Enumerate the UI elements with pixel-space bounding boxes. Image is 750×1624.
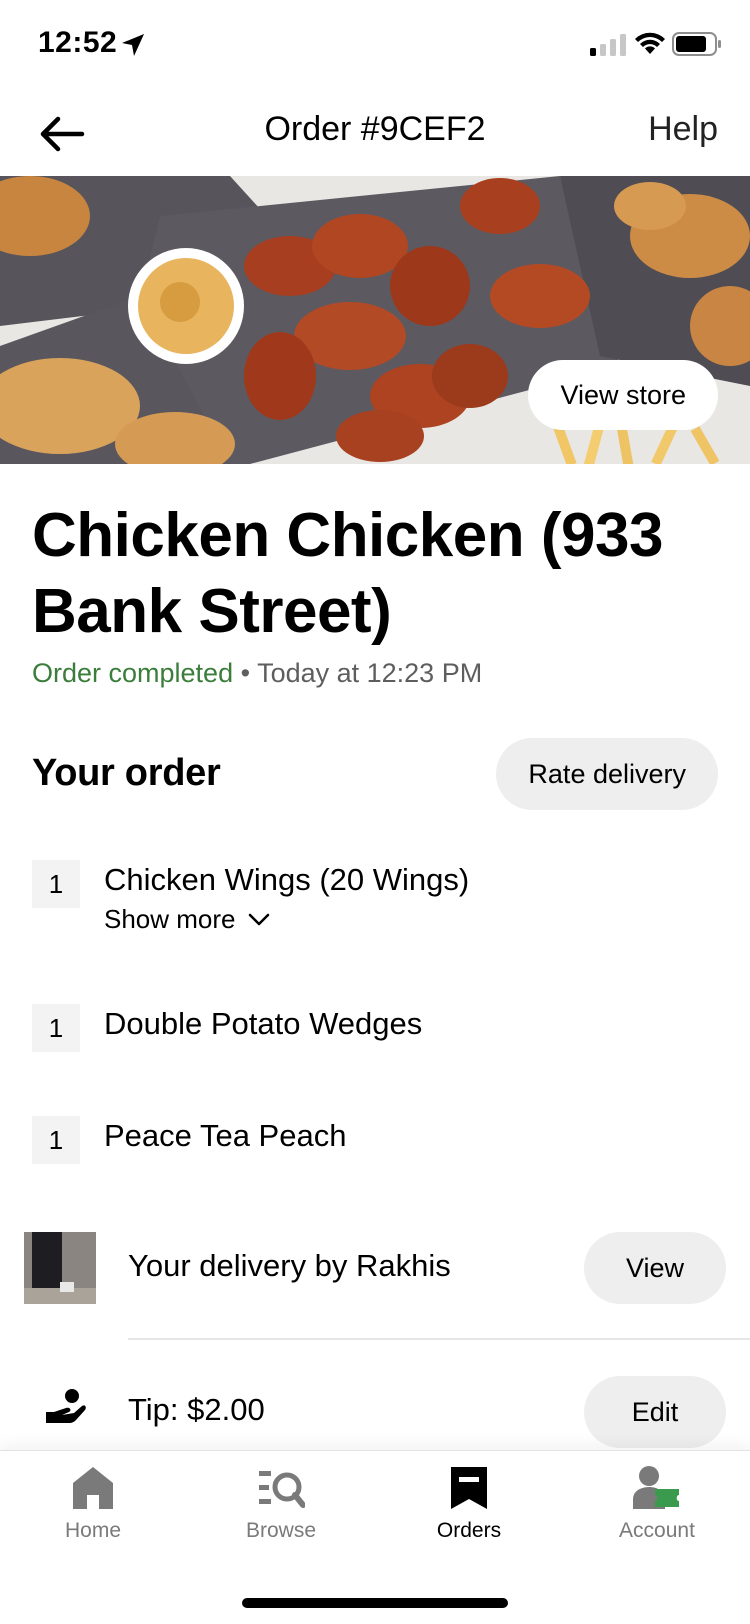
show-more-label: Show more bbox=[104, 904, 236, 934]
tip-amount: Tip: $2.00 bbox=[128, 1392, 265, 1427]
home-indicator bbox=[242, 1598, 508, 1608]
order-status: Order completed bbox=[32, 658, 234, 688]
item-name: Chicken Wings (20 Wings) bbox=[104, 862, 470, 897]
order-status-line: Order completed • Today at 12:23 PM bbox=[32, 658, 482, 689]
your-order-title: Your order bbox=[32, 752, 221, 794]
item-quantity: 1 bbox=[32, 1004, 80, 1052]
show-more-button[interactable]: Show more bbox=[104, 904, 270, 935]
delivery-by-text: Your delivery by Rakhis bbox=[128, 1248, 451, 1283]
battery-icon bbox=[672, 32, 721, 56]
tab-account[interactable]: Account bbox=[582, 1465, 732, 1543]
view-store-button[interactable]: View store bbox=[528, 360, 718, 430]
page-title: Order #9CEF2 bbox=[264, 110, 486, 148]
tab-label: Home bbox=[64, 1519, 122, 1542]
rate-delivery-button[interactable]: Rate delivery bbox=[496, 738, 718, 810]
view-delivery-button[interactable]: View bbox=[584, 1232, 726, 1304]
item-quantity: 1 bbox=[32, 860, 80, 908]
wifi-icon bbox=[635, 32, 665, 54]
tab-label: Browse bbox=[245, 1519, 317, 1542]
tip-row: Tip: $2.00 Edit bbox=[0, 1376, 750, 1448]
cellular-signal-icon bbox=[590, 34, 626, 56]
tab-orders[interactable]: Orders bbox=[394, 1465, 544, 1543]
status-time: 12:52 bbox=[38, 26, 118, 59]
store-name: Chicken Chicken (933 Bank Street) bbox=[32, 501, 663, 646]
help-link[interactable]: Help bbox=[648, 110, 718, 149]
account-icon bbox=[633, 1466, 679, 1509]
status-separator: • bbox=[233, 658, 258, 688]
tab-label: Account bbox=[619, 1519, 695, 1542]
tab-home[interactable]: Home bbox=[18, 1465, 168, 1543]
order-time: Today at 12:23 PM bbox=[257, 658, 483, 688]
status-bar: 12:52 bbox=[0, 0, 750, 90]
location-arrow-icon bbox=[122, 34, 144, 56]
home-icon bbox=[73, 1467, 113, 1509]
orders-icon bbox=[451, 1467, 487, 1509]
item-quantity: 1 bbox=[32, 1116, 80, 1164]
delivery-photo-row: Your delivery by Rakhis View bbox=[0, 1230, 750, 1320]
browse-icon bbox=[259, 1471, 305, 1508]
item-name: Peace Tea Peach bbox=[104, 1118, 347, 1153]
edit-tip-button[interactable]: Edit bbox=[584, 1376, 726, 1448]
chevron-down-icon bbox=[248, 913, 269, 925]
item-name: Double Potato Wedges bbox=[104, 1006, 423, 1041]
door-photo bbox=[24, 1232, 96, 1304]
tab-label: Orders bbox=[436, 1519, 502, 1542]
divider bbox=[128, 1338, 750, 1340]
tab-browse[interactable]: Browse bbox=[206, 1465, 356, 1543]
store-hero-image: View store bbox=[0, 176, 750, 464]
navigation-header: Order #9CEF2 Help bbox=[0, 90, 750, 176]
tip-hand-icon bbox=[46, 1389, 86, 1423]
delivery-photo-thumbnail[interactable] bbox=[24, 1232, 96, 1304]
